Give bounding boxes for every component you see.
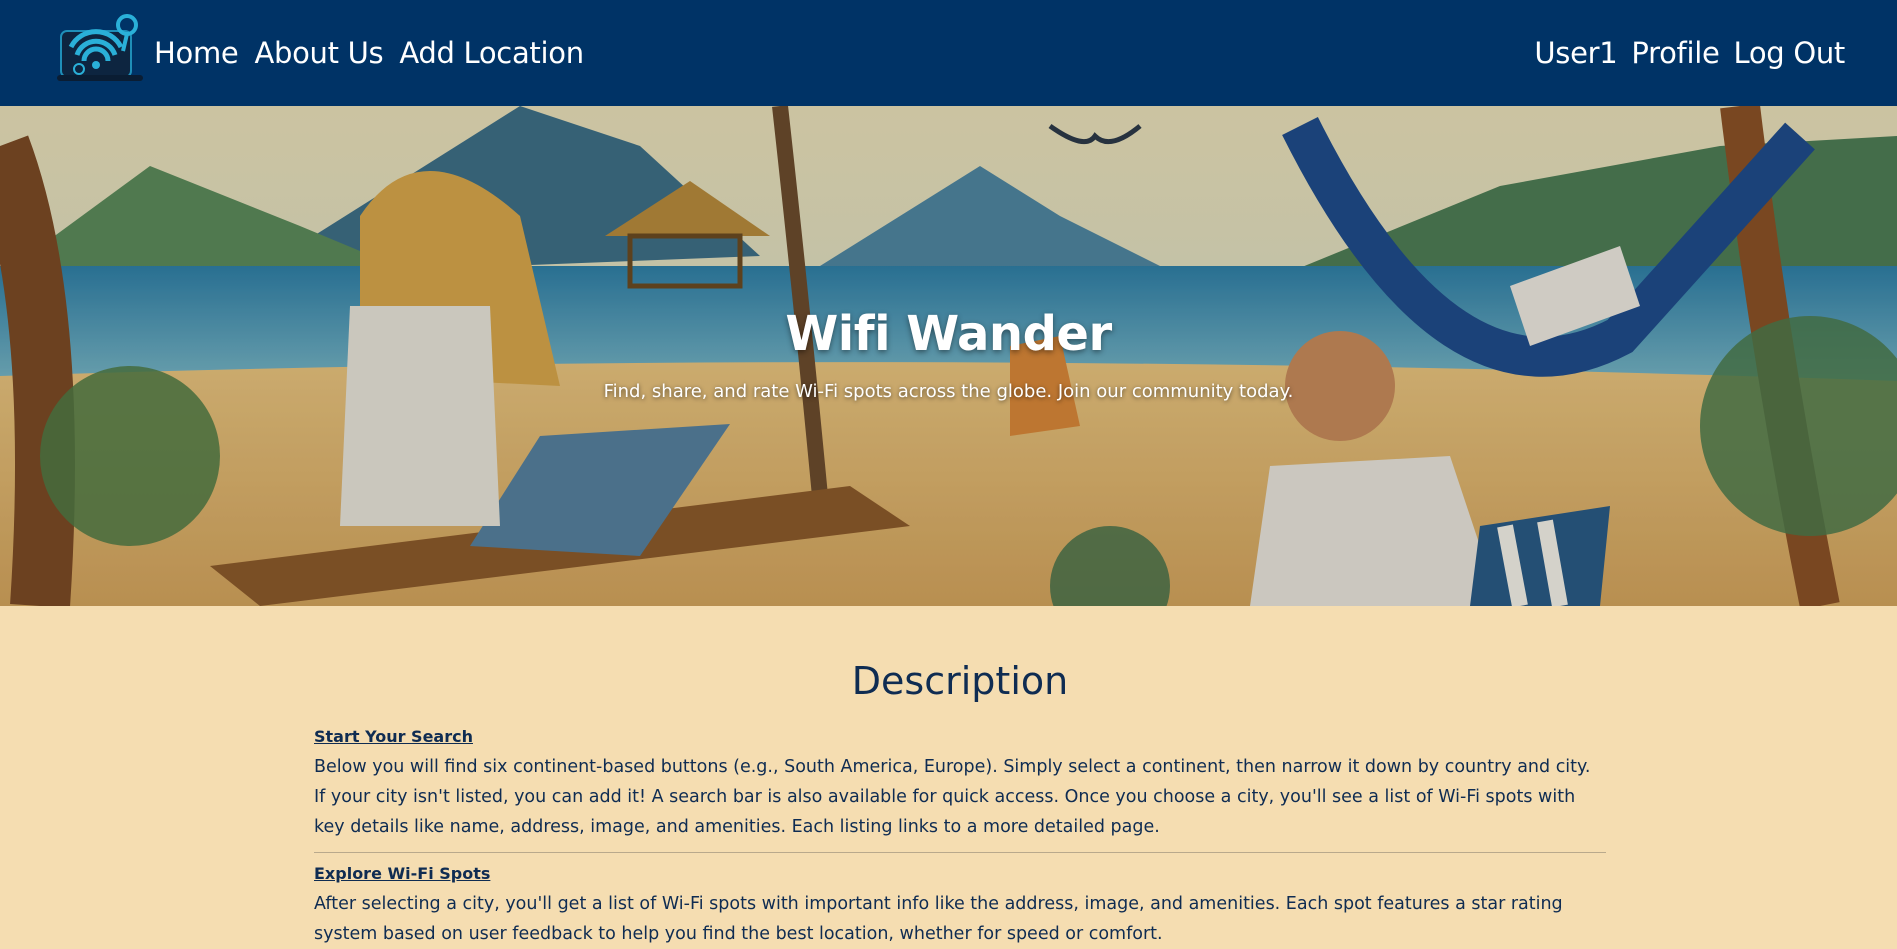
description-section: Description Start Your Search Below you … bbox=[314, 606, 1606, 949]
explore-spots-body: After selecting a city, you'll get a lis… bbox=[314, 894, 1563, 944]
section-divider bbox=[314, 852, 1606, 853]
nav-right-group: User1 Profile Log Out bbox=[1534, 0, 1845, 106]
start-search-body: Below you will find six continent-based … bbox=[314, 757, 1591, 837]
section-start-search: Start Your Search Below you will find si… bbox=[314, 726, 1606, 842]
hero-banner: Wifi Wander Find, share, and rate Wi-Fi … bbox=[0, 106, 1897, 606]
hero-title: Wifi Wander bbox=[785, 306, 1112, 362]
nav-home-link[interactable]: Home bbox=[154, 36, 239, 70]
top-navbar: Home About Us Add Location User1 Profile… bbox=[0, 0, 1897, 106]
wifi-laptop-logo-icon[interactable] bbox=[57, 11, 143, 87]
nav-profile-link[interactable]: Profile bbox=[1631, 36, 1719, 70]
explore-spots-heading-link[interactable]: Explore Wi-Fi Spots bbox=[314, 863, 1606, 885]
nav-logout-link[interactable]: Log Out bbox=[1734, 36, 1846, 70]
section-explore-spots: Explore Wi-Fi Spots After selecting a ci… bbox=[314, 863, 1606, 949]
description-title: Description bbox=[851, 659, 1069, 703]
nav-about-link[interactable]: About Us bbox=[254, 36, 383, 70]
start-search-heading-link[interactable]: Start Your Search bbox=[314, 726, 1606, 748]
nav-left-group: Home About Us Add Location bbox=[154, 0, 584, 106]
hero-subtitle: Find, share, and rate Wi-Fi spots across… bbox=[603, 381, 1294, 402]
nav-add-location-link[interactable]: Add Location bbox=[399, 36, 584, 70]
nav-username-link[interactable]: User1 bbox=[1534, 36, 1617, 70]
